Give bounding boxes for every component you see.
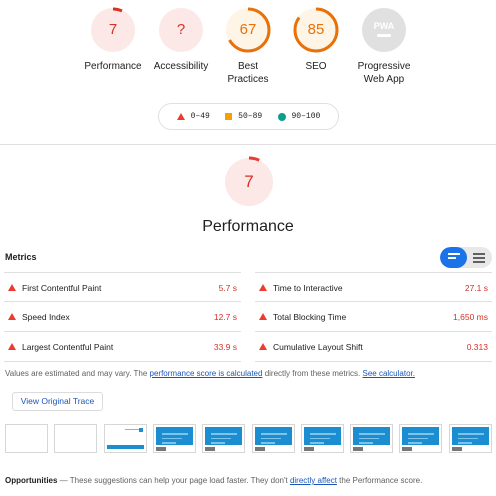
average-square-icon: [225, 113, 233, 120]
view-original-trace-button[interactable]: View Original Trace: [12, 392, 103, 411]
gauge-label: Best Practices: [227, 61, 269, 85]
fail-triangle-icon: [8, 313, 16, 320]
fail-triangle-icon: [259, 313, 267, 320]
performance-title: Performance: [202, 218, 294, 235]
filmstrip-frame: [252, 424, 295, 453]
metric-value: 33.9 s: [213, 342, 237, 352]
filmstrip-frame: [153, 424, 196, 453]
opportunities-title: Opportunities: [5, 476, 58, 485]
metrics-view-toggle[interactable]: [440, 247, 492, 268]
metric-value: 1,650 ms: [453, 312, 488, 322]
gauge-pwa[interactable]: PWA Progressive Web App: [344, 6, 424, 86]
legend-pass-label: 90–100: [291, 112, 321, 121]
legend-fail-label: 0–49: [190, 112, 210, 121]
fail-triangle-icon: [176, 113, 185, 120]
legend-pass: 90–100: [277, 112, 321, 121]
gauge-score: PWA: [373, 21, 395, 31]
gauge-label: Progressive Web App: [357, 61, 411, 85]
fail-triangle-icon: [8, 284, 16, 291]
metric-name: First Contentful Paint: [22, 283, 102, 293]
score-legend: 0–49 50–89 90–100: [158, 103, 339, 130]
toggle-compact-view[interactable]: [440, 247, 467, 268]
metric-first-contentful-paint: First Contentful Paint 5.7 s: [4, 272, 241, 302]
expanded-list-icon[interactable]: [473, 253, 485, 265]
metric-name: Largest Contentful Paint: [22, 342, 114, 352]
filmstrip-frame: [202, 424, 245, 453]
directly-affect-link[interactable]: directly affect: [290, 476, 337, 485]
metrics-note: Values are estimated and may vary. The p…: [5, 369, 415, 378]
metric-value: 5.7 s: [218, 283, 237, 293]
note-text: Values are estimated and may vary. The: [5, 369, 150, 378]
legend-average: 50–89: [225, 112, 262, 121]
filmstrip-frame: [54, 424, 97, 453]
gauge-score: 85: [307, 21, 325, 38]
gauge-ring: PWA: [360, 6, 408, 54]
fail-triangle-icon: [259, 284, 267, 291]
opportunities-text: — These suggestions can help your page l…: [57, 476, 290, 485]
pass-circle-icon: [277, 112, 286, 121]
metric-time-to-interactive: Time to Interactive 27.1 s: [255, 272, 492, 302]
metrics-right-column: Time to Interactive 27.1 s Total Blockin…: [255, 272, 492, 362]
performance-gauge: 7: [223, 156, 275, 208]
metric-value: 0.313: [466, 342, 488, 352]
gauge-ring: 67: [224, 6, 272, 54]
metrics-left-column: First Contentful Paint 5.7 s Speed Index…: [4, 272, 241, 362]
fail-triangle-icon: [259, 343, 267, 350]
metric-name: Speed Index: [22, 312, 70, 322]
filmstrip-frame: [449, 424, 492, 453]
metric-value: 12.7 s: [213, 312, 237, 322]
section-divider: [0, 144, 496, 145]
metric-name: Total Blocking Time: [273, 312, 347, 322]
score-calculated-link[interactable]: performance score is calculated: [150, 369, 263, 378]
metric-cumulative-layout-shift: Cumulative Layout Shift 0.313: [255, 332, 492, 362]
gauge-ring: 85: [292, 6, 340, 54]
legend-fail: 0–49: [176, 112, 210, 121]
metric-largest-contentful-paint: Largest Contentful Paint 33.9 s: [4, 332, 241, 362]
pwa-dash-icon: [377, 34, 391, 37]
metric-name: Cumulative Layout Shift: [273, 342, 363, 352]
filmstrip-frame: [301, 424, 344, 453]
metrics-header: Metrics: [0, 246, 496, 270]
opportunities-text: the Performance score.: [336, 476, 423, 485]
filmstrip-frame: [104, 424, 147, 453]
gauge-score: 7: [108, 21, 118, 38]
opportunities-header: Opportunities — These suggestions can he…: [5, 476, 422, 485]
category-gauges: 7 Performance ? Accessibility 67 Best Pr…: [0, 6, 496, 94]
gauge-ring: ?: [157, 6, 205, 54]
metric-name: Time to Interactive: [273, 283, 343, 293]
metric-total-blocking-time: Total Blocking Time 1,650 ms: [255, 302, 492, 332]
gauge-score: ?: [176, 21, 186, 38]
filmstrip-frame: [350, 424, 393, 453]
metric-speed-index: Speed Index 12.7 s: [4, 302, 241, 332]
fail-triangle-icon: [8, 343, 16, 350]
metrics-title: Metrics: [5, 252, 37, 262]
gauge-ring: 7: [89, 6, 137, 54]
compact-list-icon: [448, 253, 460, 261]
filmstrip-frame: [5, 424, 48, 453]
gauge-score: 67: [239, 21, 257, 38]
note-text: directly from these metrics.: [262, 369, 363, 378]
legend-average-label: 50–89: [238, 112, 263, 121]
filmstrip: [5, 424, 492, 453]
performance-score: 7: [244, 172, 254, 191]
filmstrip-frame: [399, 424, 442, 453]
metric-value: 27.1 s: [464, 283, 488, 293]
see-calculator-link[interactable]: See calculator.: [363, 369, 415, 378]
